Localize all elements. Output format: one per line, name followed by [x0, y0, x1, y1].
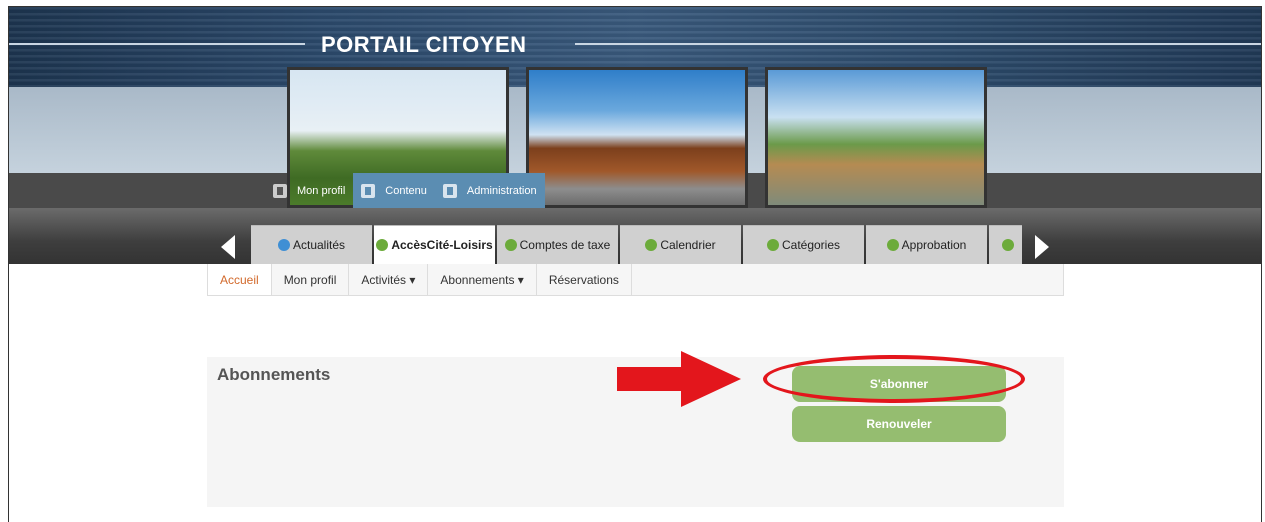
- site-title: PORTAIL CITOYEN: [321, 32, 527, 57]
- subscribe-button[interactable]: S'abonner: [792, 366, 1006, 402]
- tab-accescite-loisirs[interactable]: AccèsCité-Loisirs: [374, 225, 495, 264]
- user-menu-content[interactable]: Contenu: [353, 173, 435, 208]
- home-icon: [277, 239, 290, 251]
- browser-frame: PORTAIL CITOYEN Mon profil Contenu Admin…: [8, 6, 1262, 522]
- user-menu-profile[interactable]: Mon profil: [265, 173, 353, 208]
- nav-abonnements[interactable]: Abonnements ▾: [428, 264, 537, 295]
- tabs-scroll-right-icon[interactable]: [1035, 235, 1049, 259]
- tab-label: Approbation: [901, 238, 967, 252]
- app-icon: [886, 239, 899, 251]
- tab-categories[interactable]: Catégories: [743, 225, 864, 264]
- nav-reservations[interactable]: Réservations: [536, 264, 632, 295]
- app-tab-bar: Actualités AccèsCité-Loisirs Comptes de …: [9, 208, 1261, 264]
- tabs-scroll-left-icon[interactable]: [221, 235, 235, 259]
- header-photo-building: [526, 67, 748, 208]
- app-icon: [1001, 239, 1014, 251]
- nav-mon-profil[interactable]: Mon profil: [271, 264, 350, 295]
- header-photo-playground: [765, 67, 987, 208]
- sub-navigation: Accueil Mon profil Activités ▾ Abonnemen…: [207, 264, 1064, 296]
- tab-label: Calendrier: [660, 238, 716, 252]
- title-rule-right: [575, 43, 1261, 45]
- tab-label: AccèsCité-Loisirs: [391, 238, 493, 252]
- user-menu: Mon profil Contenu Administration: [265, 173, 545, 208]
- tab-calendrier[interactable]: Calendrier: [620, 225, 741, 264]
- user-icon: [273, 183, 287, 198]
- app-icon: [376, 239, 389, 251]
- tab-label: Catégories: [781, 238, 841, 252]
- tab-label: Actualités: [292, 238, 346, 252]
- title-rule-left: [9, 43, 305, 45]
- tab-approbation[interactable]: Approbation: [866, 225, 987, 264]
- app-tabs: Actualités AccèsCité-Loisirs Comptes de …: [251, 225, 1022, 264]
- admin-icon: [442, 183, 457, 198]
- app-icon: [504, 239, 517, 251]
- nav-accueil[interactable]: Accueil: [208, 264, 272, 295]
- document-icon: [361, 183, 376, 198]
- annotation-arrow-icon: [617, 351, 741, 407]
- app-icon: [766, 239, 779, 251]
- renew-button[interactable]: Renouveler: [792, 406, 1006, 442]
- user-menu-label: Mon profil: [297, 184, 346, 197]
- user-menu-label: Administration: [466, 184, 537, 197]
- tab-partial[interactable]: [989, 225, 1022, 264]
- tab-actualites[interactable]: Actualités: [251, 225, 372, 264]
- nav-activites[interactable]: Activités ▾: [349, 264, 429, 295]
- app-icon: [645, 239, 658, 251]
- user-menu-label: Contenu: [385, 184, 427, 197]
- tab-comptes-de-taxe[interactable]: Comptes de taxe: [497, 225, 618, 264]
- page-title: Abonnements: [217, 365, 331, 384]
- user-menu-administration[interactable]: Administration: [434, 173, 545, 208]
- tab-label: Comptes de taxe: [519, 238, 611, 252]
